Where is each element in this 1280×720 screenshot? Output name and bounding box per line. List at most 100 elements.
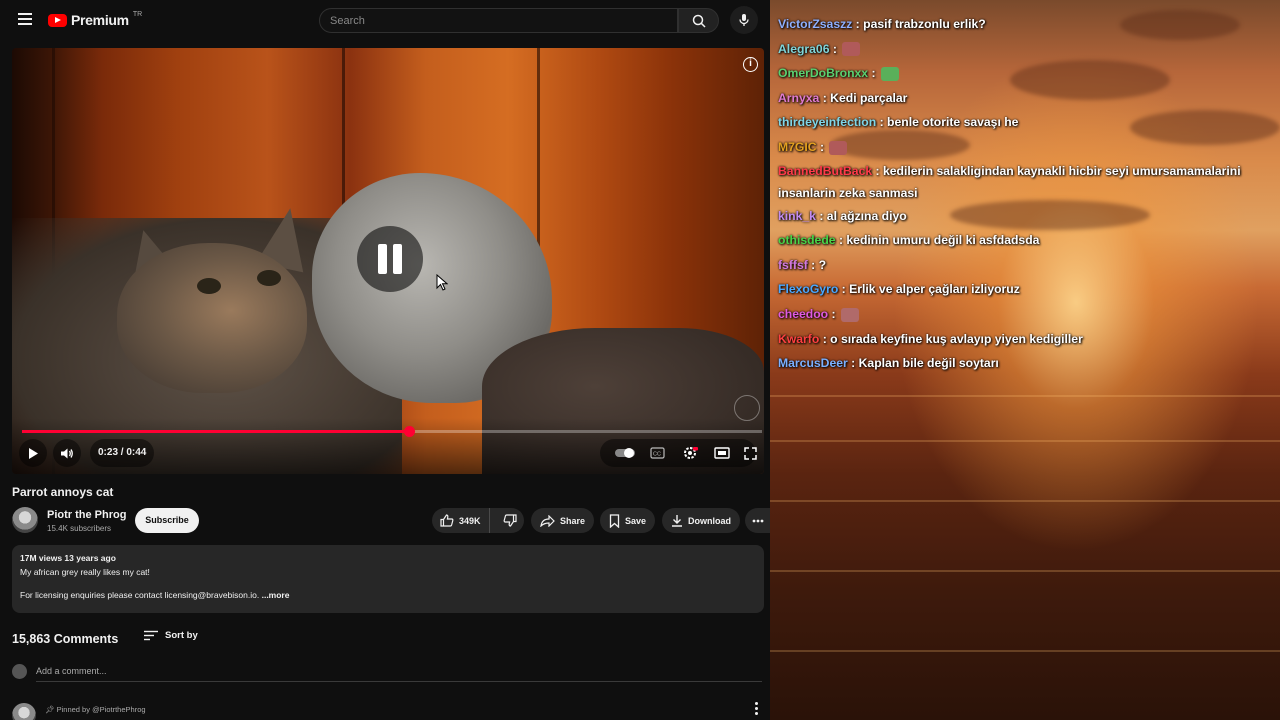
top-bar: Premium TR Search	[0, 0, 770, 42]
progress-bar[interactable]	[22, 426, 762, 437]
chat-message: kink_k : al ağzına diyo	[778, 204, 1278, 229]
chat-message: cheedoo :	[778, 302, 1278, 327]
search-input[interactable]: Search	[319, 8, 678, 33]
time-display: 0:23 / 0:44	[90, 439, 155, 467]
share-label: Share	[560, 515, 586, 526]
chat-separator: :	[872, 163, 883, 178]
sort-by-button[interactable]: Sort by	[144, 630, 198, 641]
chat-username[interactable]: cheedoo	[778, 307, 828, 321]
add-comment-input[interactable]: Add a comment...	[36, 666, 107, 676]
cat-eye	[197, 278, 221, 294]
chat-separator: :	[835, 233, 847, 248]
theater-mode-button[interactable]	[714, 442, 730, 464]
chat-username[interactable]: Alegra06	[778, 42, 830, 56]
wave	[770, 500, 1280, 502]
chat-emote-icon	[880, 66, 899, 81]
chat-separator: :	[868, 66, 879, 81]
volume-button[interactable]	[53, 439, 81, 467]
description-box[interactable]: 17M views 13 years ago My african grey r…	[12, 545, 764, 613]
dislike-button[interactable]	[495, 508, 525, 533]
pinned-label: 📌︎ Pinned by @PiotrthePhrog	[45, 705, 146, 714]
chat-text: ?	[818, 257, 827, 272]
chat-text: Kedi parçalar	[830, 90, 908, 105]
comment-author-avatar[interactable]	[12, 703, 36, 720]
cat-head	[117, 243, 307, 393]
chat-username[interactable]: M7GIC	[778, 140, 817, 154]
description-licensing: For licensing enquiries please contact l…	[20, 590, 260, 600]
progress-played	[22, 430, 410, 433]
youtube-logo[interactable]: Premium TR	[48, 11, 142, 28]
chat-separator: :	[828, 306, 839, 321]
chat-text: o sırada keyfine kuş avlayıp yiyen kedig…	[830, 331, 1083, 346]
volume-icon	[61, 448, 73, 458]
like-button[interactable]: 349K	[432, 508, 490, 533]
search-button[interactable]	[678, 8, 719, 33]
cat-eye	[257, 270, 281, 286]
wave	[770, 570, 1280, 572]
user-avatar	[12, 664, 27, 679]
thumbs-up-icon	[440, 514, 454, 527]
chat-username[interactable]: Kwarfo	[778, 332, 819, 346]
chat-message: Arnyxa : Kedi parçalar	[778, 86, 1278, 111]
pause-overlay-icon[interactable]	[357, 226, 423, 292]
channel-avatar[interactable]	[12, 507, 38, 533]
chat-text: pasif trabzonlu erlik?	[863, 17, 986, 31]
chat-text: Erlik ve alper çağları izliyoruz	[849, 282, 1020, 297]
chat-username[interactable]: OmerDoBronxx	[778, 66, 868, 80]
chat-message: Alegra06 :	[778, 37, 1278, 62]
more-actions-button[interactable]	[745, 508, 770, 533]
chat-separator: :	[838, 282, 850, 297]
chat-message: Kwarfo : o sırada keyfine kuş avlayıp yi…	[778, 327, 1278, 352]
download-button[interactable]: Download	[662, 508, 740, 533]
chat-message: othisdede : kedinin umuru değil ki asfda…	[778, 228, 1278, 253]
show-more-link[interactable]: ...more	[262, 590, 290, 600]
save-label: Save	[625, 515, 647, 526]
channel-name[interactable]: Piotr the Phrog	[47, 509, 126, 521]
download-label: Download	[688, 515, 731, 526]
share-button[interactable]: Share	[531, 508, 595, 533]
chat-separator: :	[815, 208, 827, 223]
description-text: My african grey really likes my cat!	[20, 567, 150, 577]
chat-username[interactable]: BannedButBack	[778, 164, 872, 178]
chat-username[interactable]: MarcusDeer	[778, 356, 848, 370]
autoplay-toggle-icon	[615, 448, 635, 458]
chat-username[interactable]: kink_k	[778, 209, 816, 223]
chat-separator: :	[807, 257, 819, 272]
chat-text: benle otorite savaşı he	[887, 115, 1019, 130]
fullscreen-button[interactable]	[744, 442, 757, 464]
scrubber-handle[interactable]	[404, 426, 416, 437]
chat-username[interactable]: thirdeyeinfection	[778, 115, 876, 129]
youtube-play-icon	[48, 13, 67, 27]
chat-emote-icon	[842, 42, 861, 57]
chat-username[interactable]: fsffsf	[778, 258, 808, 272]
chat-message: BannedButBack : kedilerin salakligindan …	[778, 160, 1278, 204]
chat-text: kedinin umuru değil ki asfdadsda	[846, 233, 1040, 248]
save-button[interactable]: Save	[600, 508, 656, 533]
chat-emote-icon	[840, 307, 859, 322]
chat-username[interactable]: FlexoGyro	[778, 282, 838, 296]
subscribe-button[interactable]: Subscribe	[135, 508, 199, 533]
play-button[interactable]	[19, 439, 47, 467]
video-player[interactable]: i 0:23 / 0:44 CC	[12, 48, 764, 474]
comments-count: 15,863 Comments	[12, 632, 119, 646]
view-count-date: 17M views 13 years ago	[20, 553, 116, 563]
wave	[770, 440, 1280, 442]
captions-button[interactable]: CC	[650, 442, 665, 464]
menu-icon[interactable]	[18, 13, 32, 25]
chat-username[interactable]: VictorZsaszz	[778, 17, 852, 31]
chat-username[interactable]: othisdede	[778, 233, 836, 247]
stream-chat-pane: VictorZsaszz : pasif trabzonlu erlik? Ale…	[770, 0, 1280, 720]
chat-message: VictorZsaszz : pasif trabzonlu erlik?	[778, 12, 1278, 37]
chat-username[interactable]: Arnyxa	[778, 91, 819, 105]
comment-menu-icon[interactable]	[755, 702, 759, 715]
settings-button[interactable]	[682, 442, 698, 464]
chat-separator: :	[819, 90, 831, 105]
comment-input-underline	[36, 681, 762, 682]
autoplay-toggle[interactable]	[614, 442, 636, 464]
pin-icon: 📌︎	[45, 705, 55, 714]
wave	[770, 650, 1280, 652]
info-icon[interactable]: i	[743, 57, 758, 72]
microphone-icon	[739, 14, 749, 26]
voice-search-button[interactable]	[730, 6, 758, 34]
chat-text: al ağzına diyo	[826, 208, 907, 223]
